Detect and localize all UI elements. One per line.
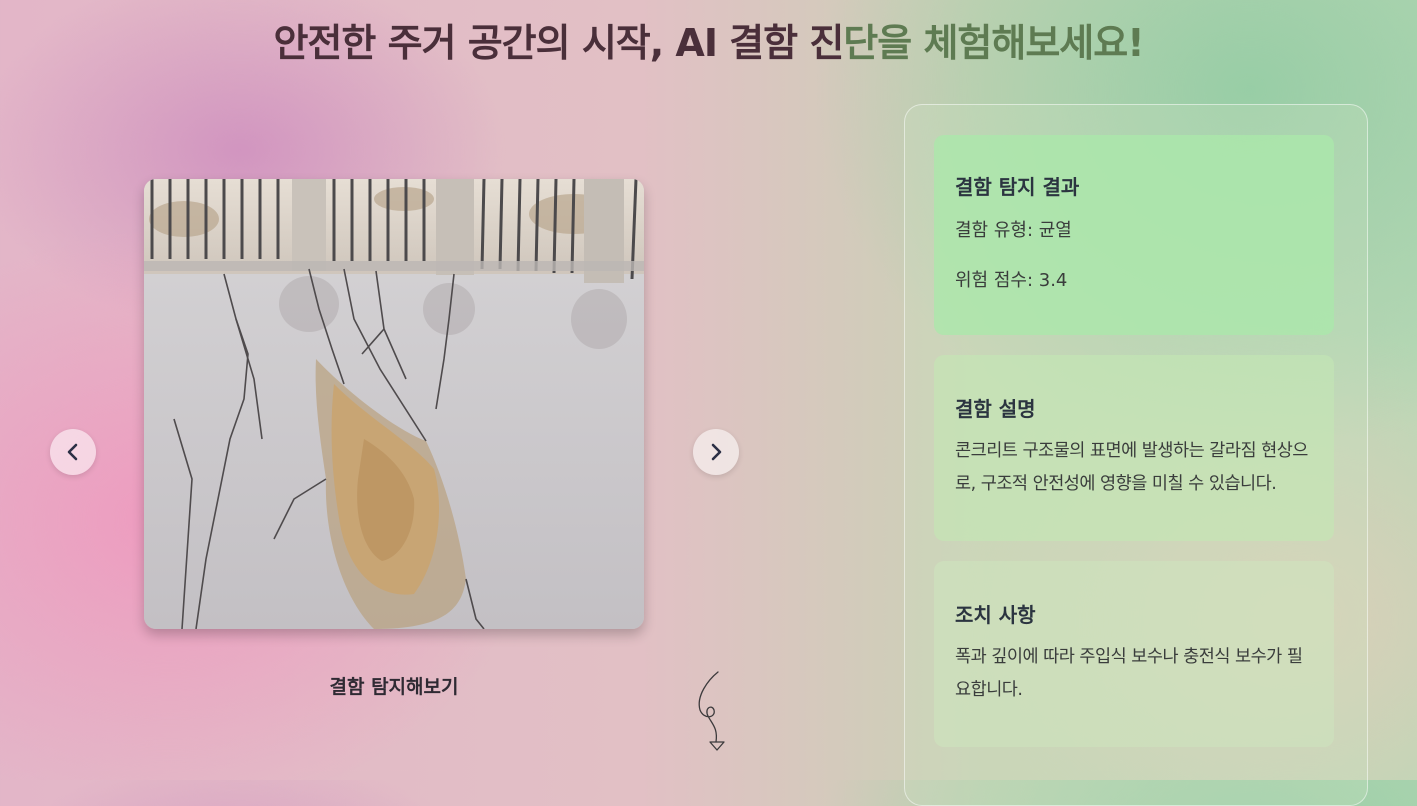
action-card: 조치 사항 폭과 깊이에 따라 주입식 보수나 충전식 보수가 필요합니다.: [934, 561, 1334, 747]
carousel-next-button[interactable]: [693, 429, 739, 475]
defect-photo: [144, 179, 644, 629]
page-title-main: 안전한 주거 공간의 시작, AI 결함 진: [273, 21, 844, 65]
action-text: 폭과 깊이에 따라 주입식 보수나 충전식 보수가 필요합니다.: [955, 647, 1303, 700]
detection-result-card: 결함 탐지 결과 결함 유형: 균열 위험 점수: 3.4: [934, 135, 1334, 335]
scribble-arrow-icon: [698, 671, 725, 751]
defect-description-title: 결함 설명: [955, 397, 1036, 421]
risk-score-text: 위험 점수: 3.4: [955, 270, 1068, 291]
carousel-prev-button[interactable]: [50, 429, 96, 475]
detect-defect-button[interactable]: 결함 탐지해보기: [144, 672, 644, 699]
page-title: 안전한 주거 공간의 시작, AI 결함 진단을 체험해보세요!: [0, 12, 1417, 67]
defect-description-text: 콘크리트 구조물의 표면에 발생하는 갈라짐 현상으로, 구조적 안전성에 영향…: [955, 441, 1308, 494]
chevron-right-icon: [711, 443, 722, 461]
page-title-tail: 단을 체험해보세요!: [843, 21, 1144, 65]
defect-type-text: 결함 유형: 균열: [955, 220, 1072, 241]
defect-description-card: 결함 설명 콘크리트 구조물의 표면에 발생하는 갈라짐 현상으로, 구조적 안…: [934, 355, 1334, 541]
detection-result-title: 결함 탐지 결과: [955, 175, 1080, 199]
action-title: 조치 사항: [955, 603, 1036, 627]
chevron-left-icon: [67, 443, 78, 461]
